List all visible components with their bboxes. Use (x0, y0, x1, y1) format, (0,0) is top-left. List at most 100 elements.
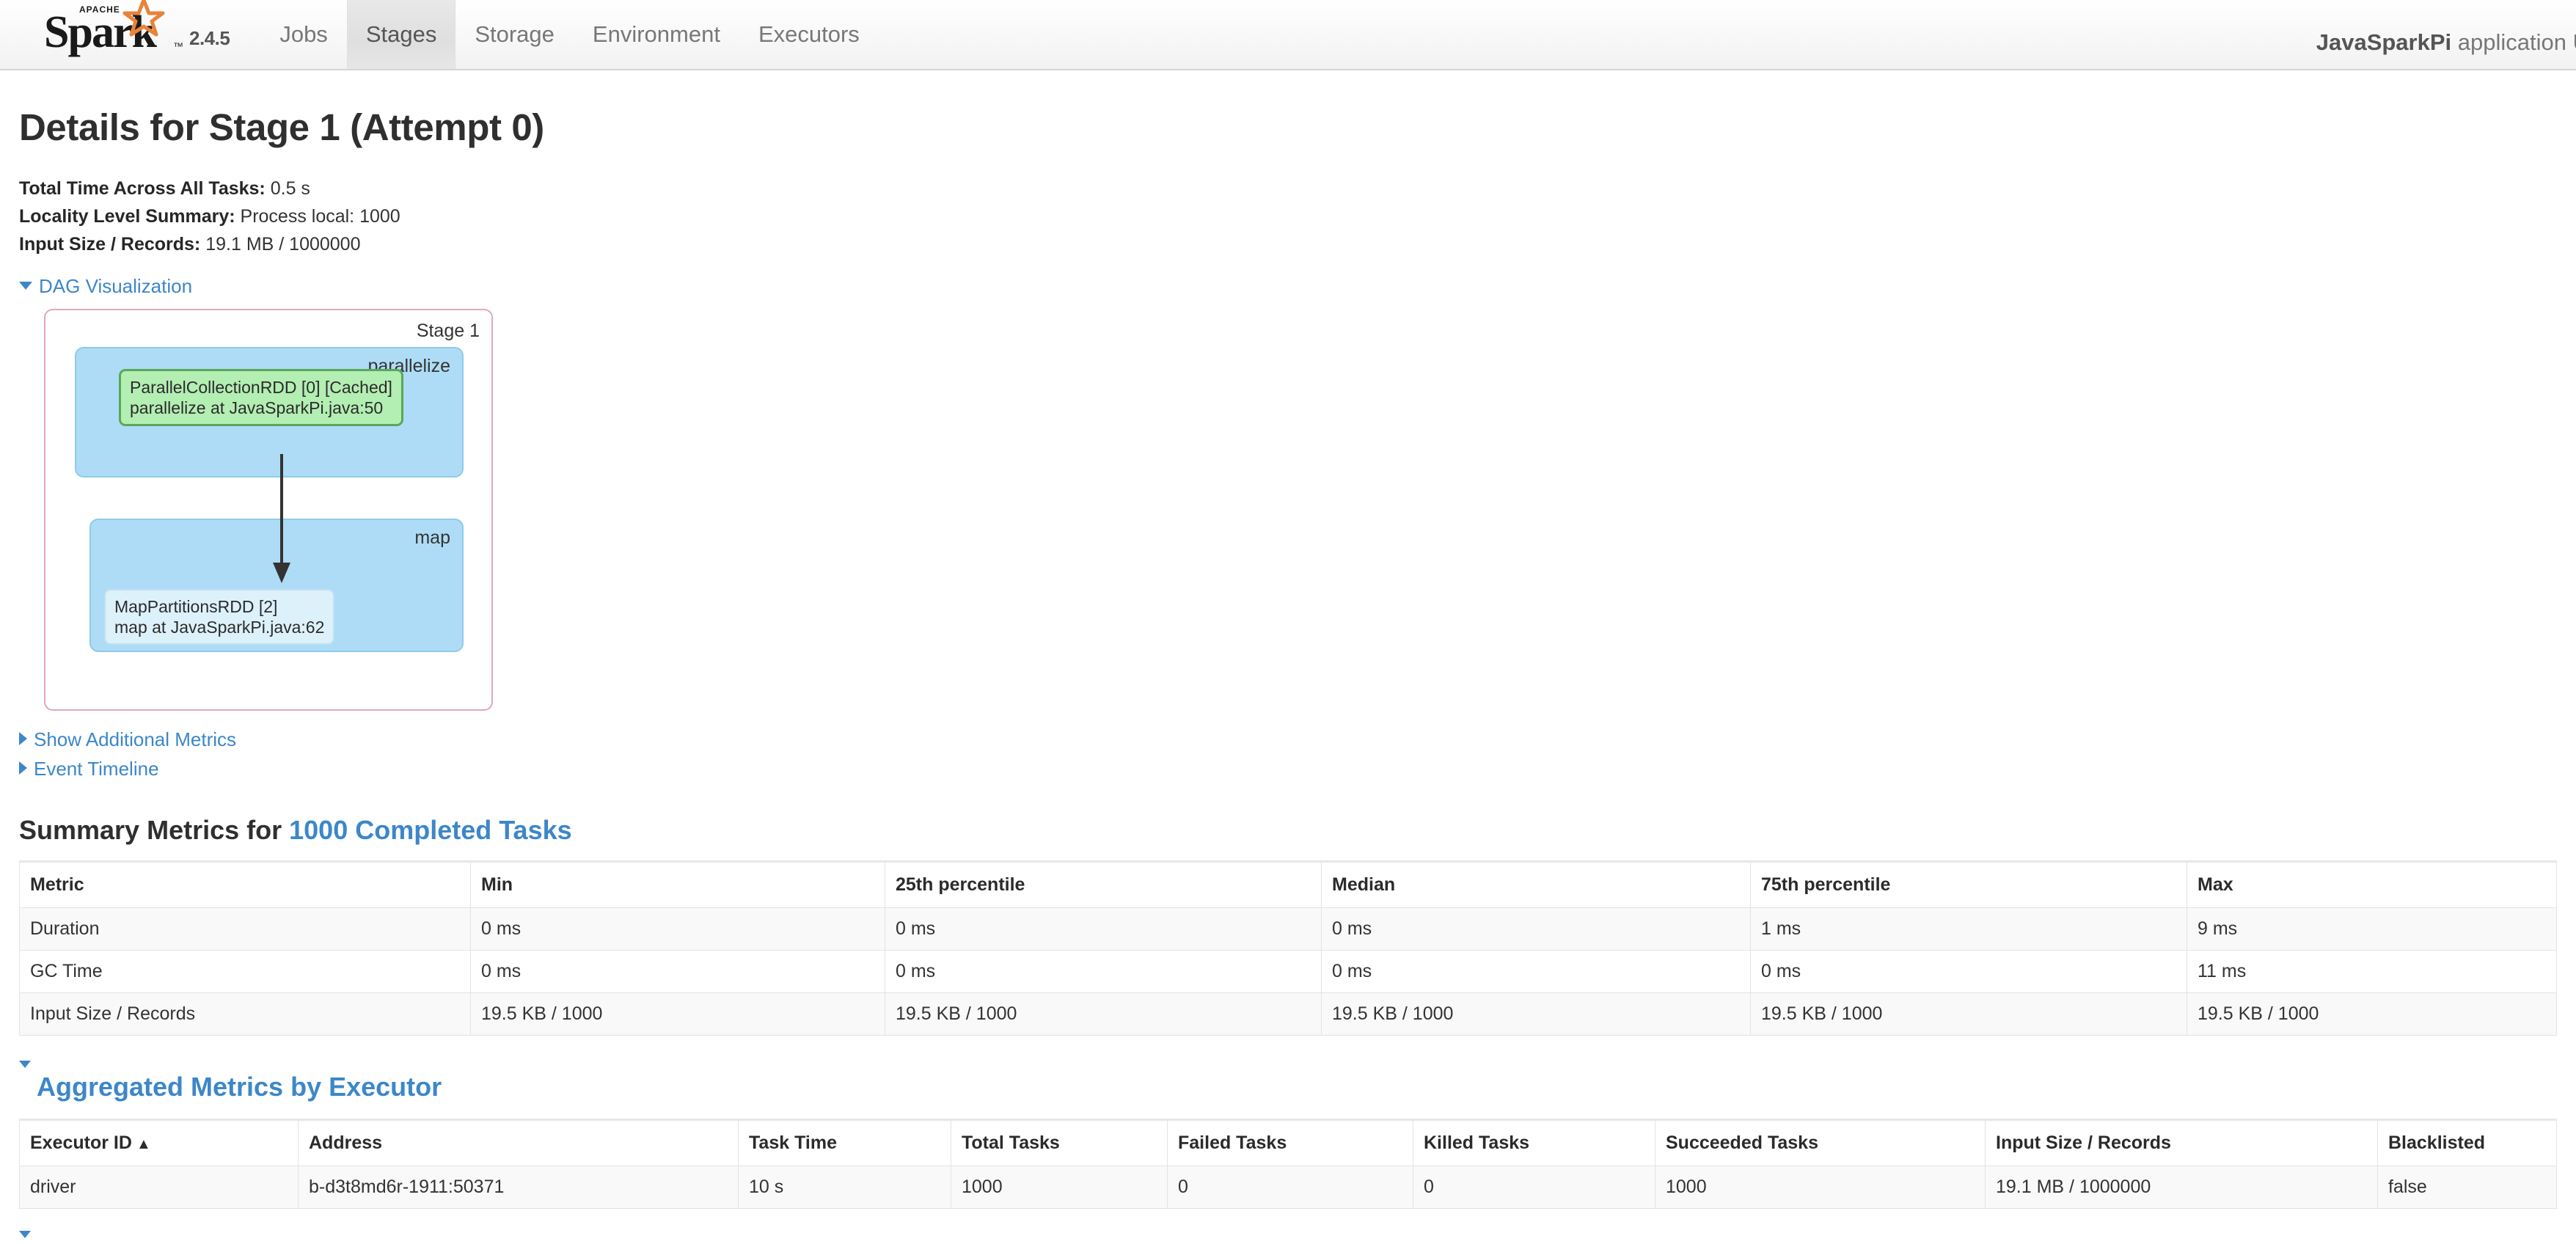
summary-cell: 0 ms (470, 907, 885, 951)
spark-version-label: 2.4.5 (189, 27, 230, 49)
spark-logo-icon: Spark APACHE ™ (44, 0, 183, 62)
aggregated-metrics-by-executor-toggle[interactable]: Aggregated Metrics by Executor (19, 1061, 2557, 1102)
summary-cell: 19.5 KB / 1000 (1321, 992, 1751, 1036)
stage-summary-input-size: Input Size / Records: 19.1 MB / 1000000 (19, 231, 2557, 257)
summary-cell: 0 ms (885, 907, 1322, 951)
summary-cell: 0 ms (470, 950, 885, 993)
summary-metrics-table: Metric Min 25th percentile Median 75th p… (19, 860, 2557, 1036)
caret-right-icon (19, 761, 27, 775)
summary-metrics-header-row: Metric Min 25th percentile Median 75th p… (19, 861, 2557, 908)
tasks-section-heading[interactable]: Tasks (1000) (19, 1231, 2557, 1244)
summary-col-25th[interactable]: 25th percentile (885, 861, 1322, 908)
spark-brand[interactable]: Spark APACHE ™ 2.4.5 (0, 0, 230, 69)
dag-node-parallel-collection-rdd-line2: parallelize at JavaSparkPi.java:50 (130, 398, 384, 417)
nav-tab-executors[interactable]: Executors (739, 0, 879, 69)
executor-col-killed-tasks[interactable]: Killed Tasks (1413, 1119, 1655, 1166)
nav-tab-environment[interactable]: Environment (574, 0, 739, 69)
application-title-suffix: application U (2451, 29, 2576, 55)
stage-summary-locality-label: Locality Level Summary: (19, 206, 235, 227)
dag-node-map-partitions-rdd[interactable]: MapPartitionsRDD [2] map at JavaSparkPi.… (104, 589, 335, 645)
caret-right-icon (19, 732, 27, 745)
dag-node-parallel-collection-rdd[interactable]: ParallelCollectionRDD [0] [Cached] paral… (119, 369, 403, 426)
summary-col-75th[interactable]: 75th percentile (1750, 861, 2187, 908)
summary-cell: 0 ms (885, 950, 1322, 993)
summary-metrics-completed-tasks-link[interactable]: 1000 Completed Tasks (289, 815, 572, 845)
dag-visualization-panel: Stage 1 parallelize map ParallelCollecti… (44, 309, 2557, 711)
dag-visualization-toggle-label: DAG Visualization (39, 275, 193, 297)
summary-cell: 0 ms (1750, 950, 2187, 993)
table-row: GC Time 0 ms 0 ms 0 ms 0 ms 11 ms (19, 950, 2557, 993)
stage-summary-total-time-label: Total Time Across All Tasks: (19, 178, 266, 199)
executor-col-address[interactable]: Address (298, 1119, 739, 1166)
executor-metrics-header-row: Executor ID ▲ Address Task Time Total Tas… (19, 1119, 2557, 1166)
executor-col-input-size-records[interactable]: Input Size / Records (1985, 1119, 2378, 1166)
summary-cell: 19.5 KB / 1000 (2187, 992, 2557, 1036)
sort-ascending-icon: ▲ (136, 1136, 151, 1152)
page-title: Details for Stage 1 (Attempt 0) (19, 106, 544, 148)
summary-cell: Input Size / Records (19, 992, 471, 1036)
dag-node-map-partitions-rdd-line2: map at JavaSparkPi.java:62 (114, 618, 325, 637)
dag-scope-map-label: map (414, 527, 450, 548)
nav-tab-stages[interactable]: Stages (346, 0, 456, 69)
summary-cell: 19.5 KB / 1000 (470, 992, 885, 1036)
summary-cell: 0 ms (1321, 907, 1751, 951)
summary-col-min[interactable]: Min (470, 861, 885, 908)
caret-down-icon (19, 1061, 31, 1098)
executor-col-executor-id-label: Executor ID (30, 1133, 132, 1153)
executor-col-succeeded-tasks[interactable]: Succeeded Tasks (1655, 1119, 1986, 1166)
executor-metrics-table: Executor ID ▲ Address Task Time Total Tas… (19, 1119, 2557, 1209)
primary-nav: Jobs Stages Storage Environment Executor… (260, 0, 878, 69)
executor-cell-total-tasks: 1000 (951, 1166, 1168, 1209)
summary-cell: 19.5 KB / 1000 (885, 992, 1322, 1036)
executor-cell-id: driver (19, 1166, 299, 1209)
show-additional-metrics-toggle[interactable]: Show Additional Metrics (19, 727, 2557, 752)
stage-summary-locality-value: Process local: 1000 (240, 206, 400, 227)
summary-cell: 0 ms (1321, 950, 1751, 993)
aggregated-metrics-heading-label: Aggregated Metrics by Executor (37, 1072, 442, 1102)
stage-summary-input-size-label: Input Size / Records: (19, 234, 201, 255)
executor-col-total-tasks[interactable]: Total Tasks (951, 1119, 1168, 1166)
summary-cell: 9 ms (2187, 907, 2557, 951)
nav-tab-jobs[interactable]: Jobs (260, 0, 346, 69)
caret-down-icon (19, 1231, 31, 1244)
event-timeline-toggle[interactable]: Event Timeline (19, 756, 2557, 781)
stage-summary-input-size-value: 19.1 MB / 1000000 (205, 234, 361, 255)
executor-cell-killed-tasks: 0 (1413, 1166, 1655, 1209)
summary-cell: GC Time (19, 950, 471, 993)
summary-cell: 1 ms (1750, 907, 2187, 951)
dag-stage-container: Stage 1 parallelize map ParallelCollecti… (44, 309, 493, 711)
summary-cell: 19.5 KB / 1000 (1750, 992, 2187, 1036)
stage-summary-total-time-value: 0.5 s (270, 178, 310, 199)
table-row: Input Size / Records 19.5 KB / 1000 19.5… (19, 992, 2557, 1036)
show-additional-metrics-label: Show Additional Metrics (34, 728, 237, 750)
table-row: Duration 0 ms 0 ms 0 ms 1 ms 9 ms (19, 907, 2557, 951)
summary-metrics-heading-prefix: Summary Metrics for (19, 815, 290, 845)
summary-metrics-heading: Summary Metrics for 1000 Completed Tasks (19, 815, 2557, 846)
executor-cell-input-size-records: 19.1 MB / 1000000 (1985, 1166, 2378, 1209)
svg-text:Spark: Spark (44, 7, 157, 57)
nav-tab-storage[interactable]: Storage (455, 0, 574, 69)
summary-col-metric[interactable]: Metric (19, 861, 471, 908)
executor-col-executor-id[interactable]: Executor ID ▲ (19, 1119, 299, 1166)
top-navbar: Spark APACHE ™ 2.4.5 Jobs Stages Storage… (0, 0, 2576, 70)
caret-down-icon (19, 282, 32, 290)
event-timeline-label: Event Timeline (34, 758, 159, 780)
svg-text:™: ™ (173, 40, 183, 52)
executor-cell-task-time: 10 s (738, 1166, 951, 1209)
executor-cell-blacklisted: false (2377, 1166, 2557, 1209)
executor-cell-failed-tasks: 0 (1167, 1166, 1413, 1209)
executor-col-task-time[interactable]: Task Time (738, 1119, 951, 1166)
summary-cell: 11 ms (2187, 950, 2557, 993)
application-name: JavaSparkPi (2316, 29, 2452, 55)
summary-cell: Duration (19, 907, 471, 951)
dag-visualization-toggle[interactable]: DAG Visualization (19, 274, 2557, 299)
svg-text:APACHE: APACHE (79, 4, 120, 15)
summary-col-median[interactable]: Median (1321, 861, 1751, 908)
executor-cell-succeeded-tasks: 1000 (1655, 1166, 1986, 1209)
executor-col-failed-tasks[interactable]: Failed Tasks (1167, 1119, 1413, 1166)
executor-col-blacklisted[interactable]: Blacklisted (2377, 1119, 2557, 1166)
stage-summary-locality: Locality Level Summary: Process local: 1… (19, 203, 2557, 230)
executor-cell-address: b-d3t8md6r-1911:50371 (298, 1166, 739, 1209)
summary-col-max[interactable]: Max (2187, 861, 2557, 908)
stage-summary-total-time: Total Time Across All Tasks: 0.5 s (19, 175, 2557, 202)
